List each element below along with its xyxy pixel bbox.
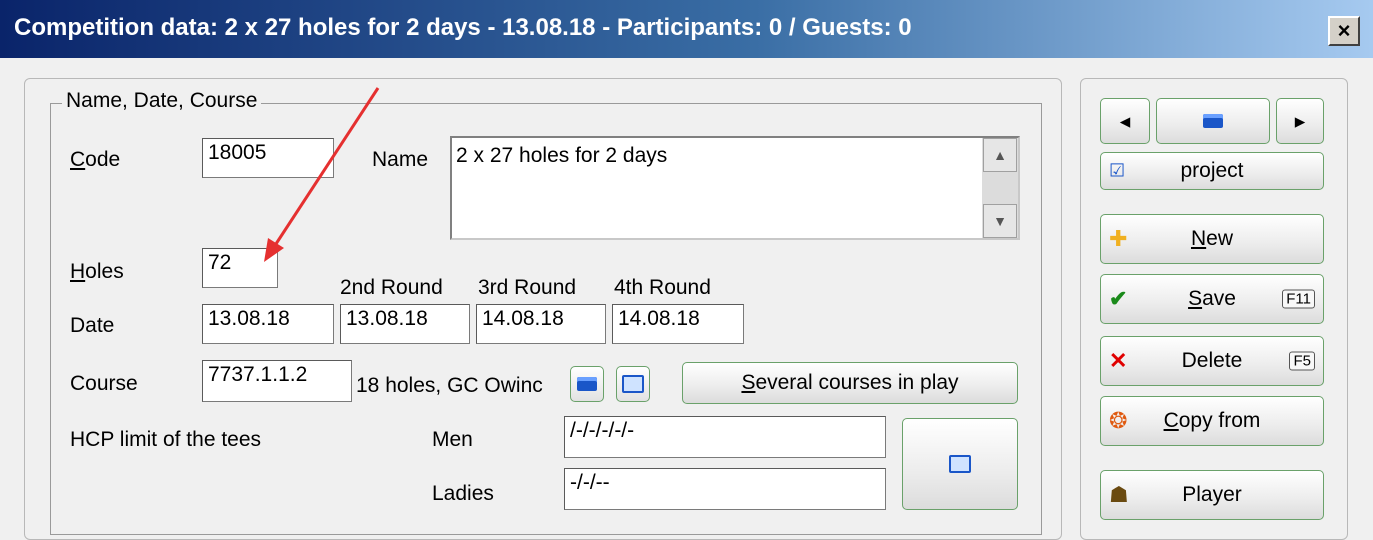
player-label: Player	[1182, 483, 1242, 506]
new-button[interactable]: ✚ New	[1100, 214, 1324, 264]
delete-icon: ✕	[1109, 348, 1128, 373]
round2-label: 2nd Round	[340, 276, 443, 299]
date-label: Date	[70, 314, 115, 337]
project-label: project	[1180, 159, 1244, 182]
ladies-hcp-input[interactable]: -/-/--	[564, 468, 886, 510]
several-courses-label: Several courses in play	[741, 371, 959, 394]
search-icon	[622, 375, 644, 393]
save-button[interactable]: ✔ Save F11	[1100, 274, 1324, 324]
plus-icon: ✚	[1109, 226, 1128, 251]
course-search-button[interactable]	[616, 366, 650, 402]
course-input[interactable]: 7737.1.1.2	[202, 360, 352, 402]
window-client: Name, Date, Course Code 18005 Name 2 x 2…	[0, 58, 1373, 540]
close-button[interactable]: ×	[1328, 16, 1360, 46]
delete-label: Delete	[1181, 349, 1243, 372]
date-round2-input[interactable]: 13.08.18	[340, 304, 470, 344]
prev-icon: ◂	[1119, 109, 1131, 133]
course-print-button[interactable]	[570, 366, 604, 402]
save-label: Save	[1188, 287, 1236, 310]
men-label: Men	[432, 428, 473, 451]
checkmark-icon: ✔	[1109, 286, 1128, 311]
course-label: Course	[70, 372, 138, 395]
project-button[interactable]: ☑ project	[1100, 152, 1324, 190]
delete-button[interactable]: ✕ Delete F5	[1100, 336, 1324, 386]
next-icon: ▸	[1294, 109, 1306, 133]
course-description: 18 holes, GC Owinc	[356, 374, 543, 397]
search-icon	[949, 455, 971, 473]
new-label: New	[1190, 227, 1234, 250]
ladies-label: Ladies	[432, 482, 494, 505]
window-title: Competition data: 2 x 27 holes for 2 day…	[14, 14, 912, 41]
copy-label: Copy from	[1163, 409, 1261, 432]
date-round3-input[interactable]: 14.08.18	[476, 304, 606, 344]
round3-label: 3rd Round	[478, 276, 577, 299]
players-icon: ☗	[1109, 482, 1129, 507]
round4-label: 4th Round	[614, 276, 711, 299]
print-button[interactable]	[1156, 98, 1270, 144]
copy-icon: ❂	[1109, 408, 1128, 433]
date-round4-input[interactable]: 14.08.18	[612, 304, 744, 344]
printer-icon	[1203, 114, 1223, 128]
copy-from-button[interactable]: ❂ Copy from	[1100, 396, 1324, 446]
project-icon: ☑	[1109, 160, 1126, 181]
player-button[interactable]: ☗ Player	[1100, 470, 1324, 520]
printer-icon	[577, 377, 597, 391]
title-bar: Competition data: 2 x 27 holes for 2 day…	[0, 0, 1373, 58]
date-round1-input[interactable]: 13.08.18	[202, 304, 334, 344]
hcp-search-button[interactable]	[902, 418, 1018, 510]
prev-record-button[interactable]: ◂	[1100, 98, 1150, 144]
men-hcp-input[interactable]: /-/-/-/-/-	[564, 416, 886, 458]
save-shortcut: F11	[1282, 289, 1315, 309]
hcp-limit-label: HCP limit of the tees	[70, 428, 262, 451]
delete-shortcut: F5	[1289, 351, 1315, 371]
next-record-button[interactable]: ▸	[1276, 98, 1324, 144]
several-courses-button[interactable]: Several courses in play	[682, 362, 1018, 404]
